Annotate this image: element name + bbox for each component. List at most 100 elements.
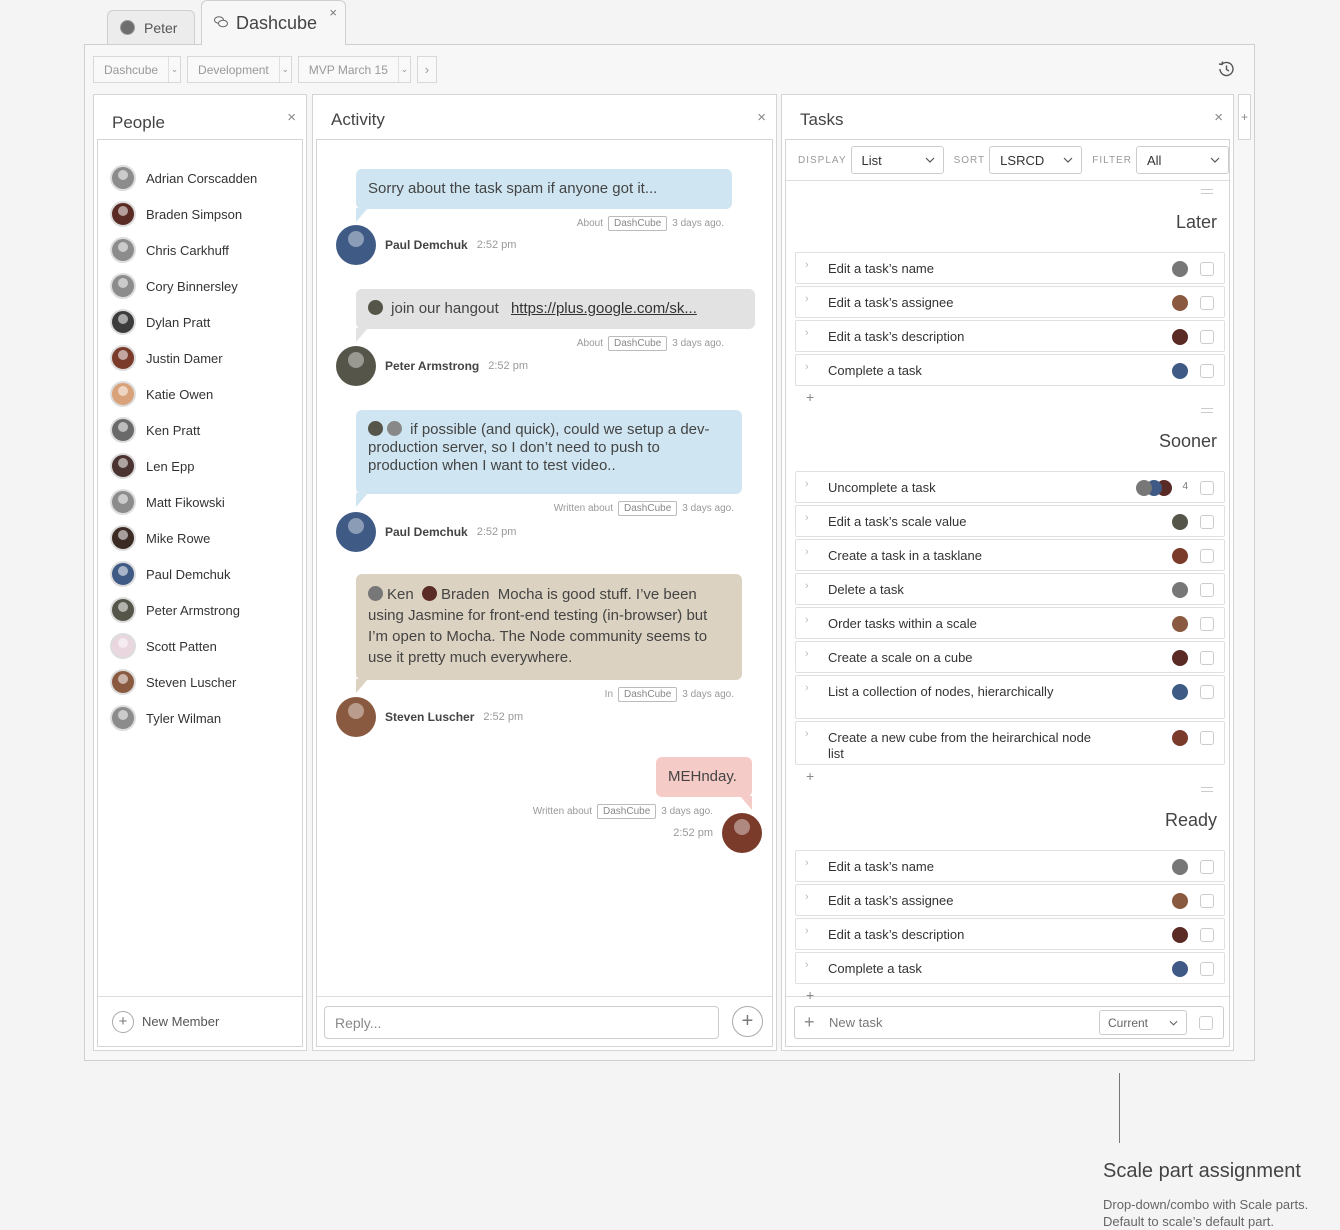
- avatar[interactable]: [1172, 961, 1188, 977]
- add-task-button[interactable]: +: [806, 987, 814, 1003]
- task-row[interactable]: › Complete a task: [795, 952, 1225, 984]
- complete-checkbox[interactable]: [1200, 330, 1214, 344]
- close-icon[interactable]: ×: [1214, 109, 1223, 126]
- avatar[interactable]: [1172, 548, 1188, 564]
- chevron-right-icon[interactable]: ›: [805, 925, 809, 937]
- chevron-down-icon[interactable]: ⌄: [397, 57, 410, 82]
- attach-button[interactable]: +: [732, 1006, 763, 1037]
- list-item[interactable]: Adrian Corscadden: [110, 164, 257, 192]
- drag-handle-icon[interactable]: [1201, 787, 1213, 792]
- chevron-down-icon[interactable]: ⌄: [168, 57, 180, 82]
- avatar[interactable]: [336, 346, 376, 386]
- task-name[interactable]: Complete a task: [828, 363, 1108, 379]
- tab-dashcube[interactable]: Dashcube ×: [201, 0, 346, 45]
- cube-tag[interactable]: DashCube: [618, 687, 678, 702]
- task-name[interactable]: Complete a task: [828, 961, 1108, 977]
- author-name[interactable]: Steven Luscher: [385, 710, 474, 724]
- task-name[interactable]: Edit a task’s name: [828, 261, 1108, 277]
- complete-checkbox[interactable]: [1200, 617, 1214, 631]
- complete-checkbox[interactable]: [1200, 685, 1214, 699]
- mention[interactable]: Ken: [387, 586, 414, 603]
- task-name[interactable]: Uncomplete a task: [828, 480, 1108, 496]
- tab-peter[interactable]: Peter: [107, 10, 195, 44]
- close-icon[interactable]: ×: [329, 5, 337, 20]
- task-row[interactable]: › Delete a task: [795, 573, 1225, 605]
- avatar[interactable]: [336, 225, 376, 265]
- avatar[interactable]: [1172, 616, 1188, 632]
- avatar[interactable]: [1172, 329, 1188, 345]
- cube-tag[interactable]: DashCube: [608, 216, 668, 231]
- avatar[interactable]: [1172, 514, 1188, 530]
- list-item[interactable]: Braden Simpson: [110, 200, 242, 228]
- avatar[interactable]: [336, 512, 376, 552]
- list-item[interactable]: Scott Patten: [110, 632, 217, 660]
- complete-checkbox[interactable]: [1200, 962, 1214, 976]
- new-task-input[interactable]: + New task Current: [794, 1006, 1224, 1039]
- avatar[interactable]: [1172, 650, 1188, 666]
- list-item[interactable]: Paul Demchuk: [110, 560, 231, 588]
- close-icon[interactable]: ×: [757, 109, 766, 126]
- task-name[interactable]: Create a new cube from the heirarchical …: [828, 730, 1108, 762]
- task-row[interactable]: › Create a task in a tasklane: [795, 539, 1225, 571]
- chevron-right-icon[interactable]: ›: [805, 682, 809, 694]
- chevron-right-icon[interactable]: ›: [805, 512, 809, 524]
- list-item[interactable]: Katie Owen: [110, 380, 213, 408]
- avatar[interactable]: [1172, 927, 1188, 943]
- list-item[interactable]: Ken Pratt: [110, 416, 200, 444]
- avatar[interactable]: [1172, 859, 1188, 875]
- list-item[interactable]: Tyler Wilman: [110, 704, 221, 732]
- complete-checkbox[interactable]: [1200, 364, 1214, 378]
- task-row[interactable]: › Edit a task’s name: [795, 252, 1225, 284]
- complete-checkbox[interactable]: [1200, 894, 1214, 908]
- task-name[interactable]: Order tasks within a scale: [828, 616, 1108, 632]
- list-item[interactable]: Peter Armstrong: [110, 596, 240, 624]
- task-name[interactable]: Edit a task’s scale value: [828, 514, 1108, 530]
- add-panel-button[interactable]: +: [1238, 94, 1251, 140]
- cube-tag[interactable]: DashCube: [597, 804, 657, 819]
- task-name[interactable]: Create a task in a tasklane: [828, 548, 1108, 564]
- task-name[interactable]: Delete a task: [828, 582, 1108, 598]
- new-member-button[interactable]: + New Member: [98, 996, 302, 1046]
- hangout-link[interactable]: https://plus.google.com/sk...: [511, 300, 697, 317]
- complete-checkbox[interactable]: [1199, 1016, 1213, 1030]
- chevron-right-icon[interactable]: ›: [805, 361, 809, 373]
- scale-part-select[interactable]: Current: [1099, 1010, 1187, 1035]
- list-item[interactable]: Mike Rowe: [110, 524, 210, 552]
- author-name[interactable]: Peter Armstrong: [385, 359, 479, 373]
- chevron-right-icon[interactable]: ›: [805, 580, 809, 592]
- chevron-right-icon[interactable]: ›: [805, 546, 809, 558]
- task-row[interactable]: › Edit a task’s name: [795, 850, 1225, 882]
- close-icon[interactable]: ×: [287, 109, 296, 126]
- breadcrumb-item-milestone[interactable]: MVP March 15 ⌄: [297, 56, 411, 83]
- complete-checkbox[interactable]: [1200, 549, 1214, 563]
- history-icon[interactable]: [1216, 59, 1236, 79]
- task-name[interactable]: List a collection of nodes, hierarchical…: [828, 684, 1108, 700]
- filter-select[interactable]: All: [1135, 146, 1230, 174]
- cube-tag[interactable]: DashCube: [618, 501, 678, 516]
- chevron-right-icon[interactable]: ›: [805, 728, 809, 740]
- task-name[interactable]: Edit a task’s assignee: [828, 893, 1108, 909]
- add-task-button[interactable]: +: [806, 768, 814, 784]
- complete-checkbox[interactable]: [1200, 262, 1214, 276]
- task-row[interactable]: › Uncomplete a task 4: [795, 471, 1225, 503]
- task-name[interactable]: Edit a task’s assignee: [828, 295, 1108, 311]
- task-row[interactable]: › Edit a task’s scale value: [795, 505, 1225, 537]
- list-item[interactable]: Len Epp: [110, 452, 194, 480]
- breadcrumb-item-cube[interactable]: Dashcube ⌄: [93, 56, 182, 83]
- chevron-right-icon[interactable]: ›: [805, 614, 809, 626]
- task-row[interactable]: › Create a new cube from the heirarchical…: [795, 721, 1225, 765]
- complete-checkbox[interactable]: [1200, 651, 1214, 665]
- avatar[interactable]: [336, 697, 376, 737]
- task-name[interactable]: Create a scale on a cube: [828, 650, 1108, 666]
- mention[interactable]: Braden: [441, 586, 489, 603]
- breadcrumb-item-project[interactable]: Development ⌄: [187, 56, 292, 83]
- avatar[interactable]: [1136, 480, 1152, 496]
- task-name[interactable]: Edit a task’s description: [828, 927, 1108, 943]
- reply-input[interactable]: Reply...: [324, 1006, 719, 1039]
- chevron-right-icon[interactable]: ›: [805, 327, 809, 339]
- chevron-right-icon[interactable]: ›: [805, 648, 809, 660]
- chevron-right-icon[interactable]: ›: [805, 293, 809, 305]
- drag-handle-icon[interactable]: [1201, 189, 1213, 194]
- list-item[interactable]: Cory Binnersley: [110, 272, 238, 300]
- display-select[interactable]: List: [850, 146, 944, 174]
